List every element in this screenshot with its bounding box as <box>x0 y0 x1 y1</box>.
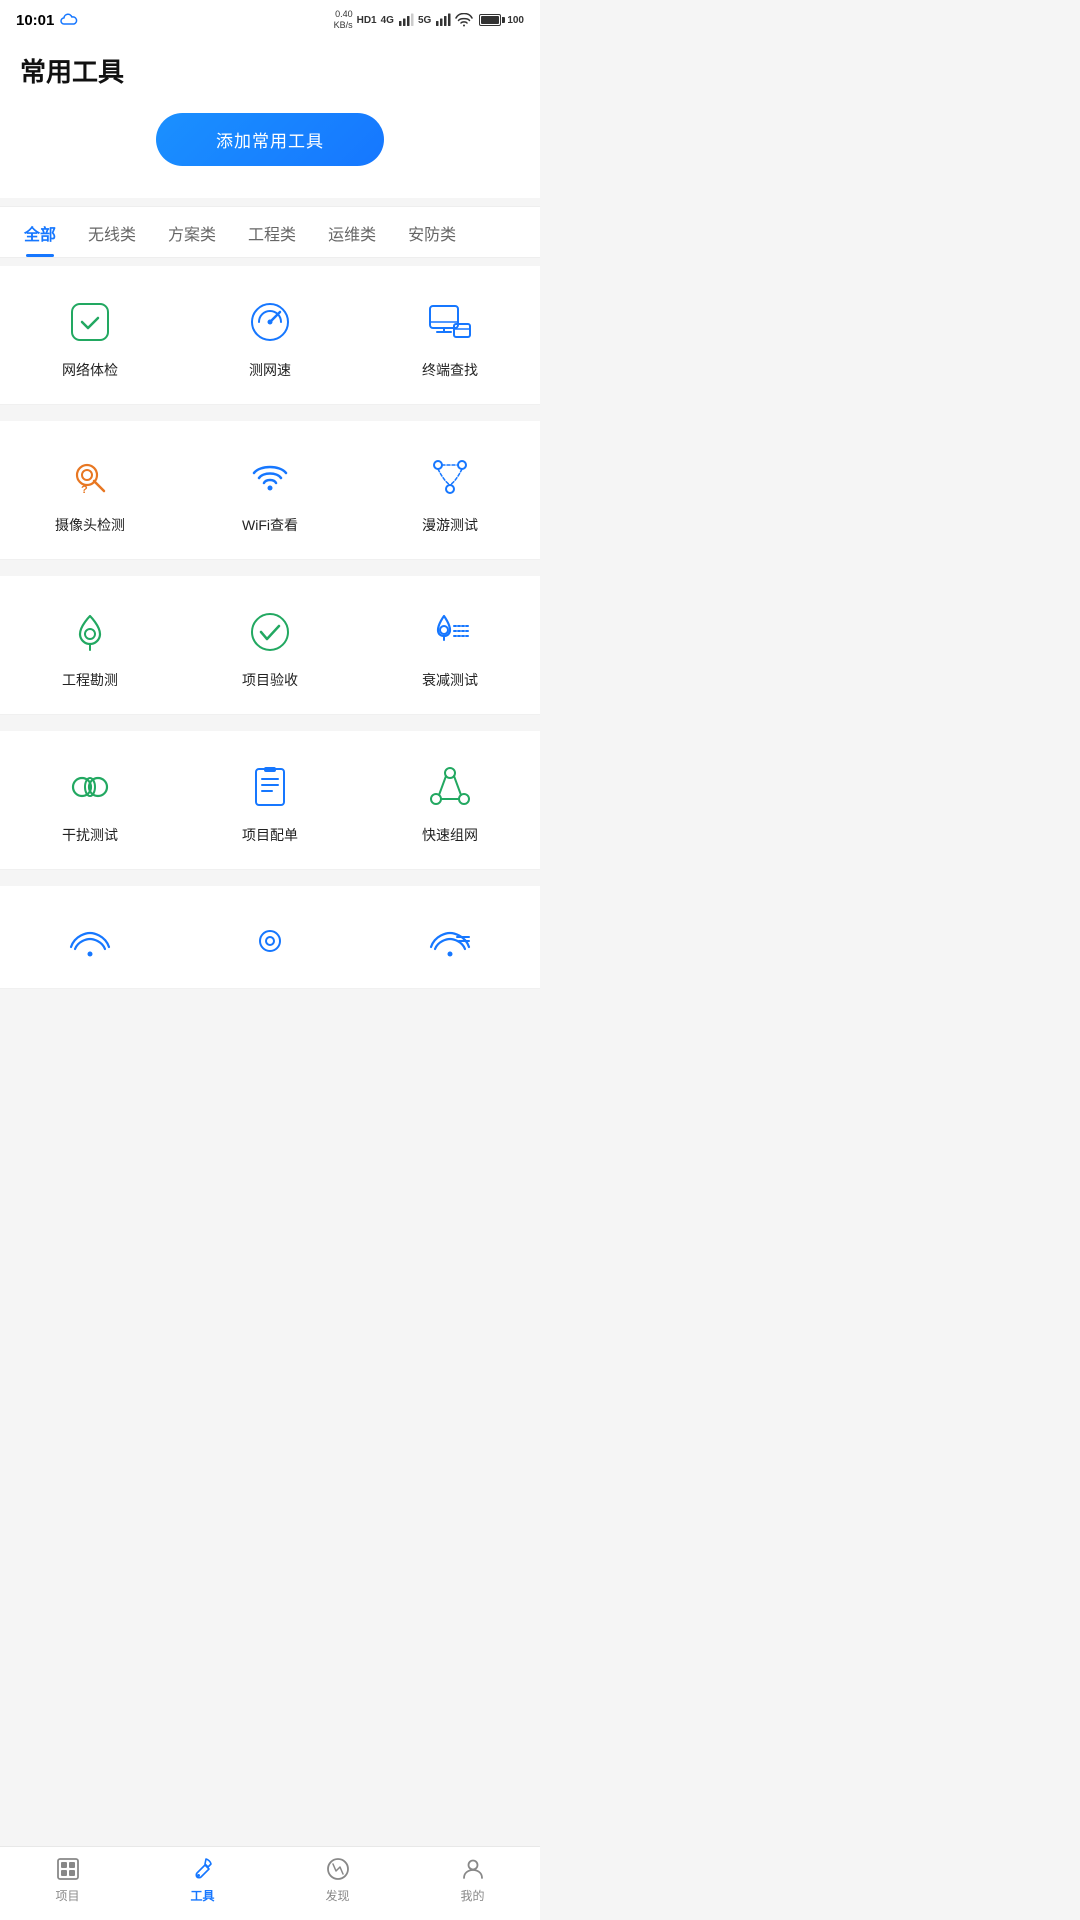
roaming-test-label: 漫游测试 <box>422 515 478 535</box>
tools-row-3: 工程勘测 项目验收 <box>0 576 540 715</box>
terminal-find-label: 终端查找 <box>422 360 478 380</box>
speed-test-icon <box>242 294 298 350</box>
interference-test-icon <box>62 759 118 815</box>
row-divider-3 <box>0 715 540 723</box>
tools-grid-1: 网络体检 测网速 <box>0 266 540 405</box>
tool-wifi-view[interactable]: WiFi查看 <box>180 421 360 560</box>
signal-4g-icon <box>398 13 414 27</box>
engineering-survey-icon <box>62 604 118 660</box>
tools-row-2: ? 摄像头检测 WiFi查看 <box>0 421 540 560</box>
terminal-find-icon <box>422 294 478 350</box>
nav-mine-label: 我的 <box>460 1887 484 1904</box>
network-checkup-icon <box>62 294 118 350</box>
tab-wireless[interactable]: 无线类 <box>72 207 152 257</box>
camera-detect-label: 摄像头检测 <box>55 515 125 535</box>
tool-terminal-find[interactable]: 终端查找 <box>360 266 540 405</box>
bottom-nav: 项目 工具 发现 我的 <box>0 1846 540 1920</box>
tool-project-acceptance[interactable]: 项目验收 <box>180 576 360 715</box>
quick-network-icon <box>422 759 478 815</box>
5g-label: 5G <box>418 15 431 26</box>
tabs-divider <box>0 257 540 258</box>
tab-engineering[interactable]: 工程类 <box>232 207 312 257</box>
nav-item-project[interactable]: 项目 <box>33 1855 103 1904</box>
tool-quick-network[interactable]: 快速组网 <box>360 731 540 870</box>
tab-ops[interactable]: 运维类 <box>312 207 392 257</box>
attenuation-test-icon <box>422 604 478 660</box>
row-divider-4 <box>0 870 540 878</box>
tabs-row: 全部 无线类 方案类 工程类 运维类 安防类 <box>0 207 540 257</box>
speed-test-label: 测网速 <box>249 360 291 380</box>
engineering-survey-label: 工程勘测 <box>62 670 118 690</box>
status-time: 10:01 <box>16 12 54 29</box>
network-speed: 0.40KB/s <box>334 9 353 31</box>
tab-security[interactable]: 安防类 <box>392 207 472 257</box>
tool-engineering-survey[interactable]: 工程勘测 <box>0 576 180 715</box>
tool-partial-1[interactable] <box>0 886 180 989</box>
nav-tools-icon <box>189 1855 217 1883</box>
tools-row-5-partial <box>0 886 540 989</box>
quick-network-label: 快速组网 <box>422 825 478 845</box>
wifi-view-icon <box>242 449 298 505</box>
tool-speed-test[interactable]: 测网速 <box>180 266 360 405</box>
interference-test-label: 干扰测试 <box>62 825 118 845</box>
project-bom-icon <box>242 759 298 815</box>
tab-solution[interactable]: 方案类 <box>152 207 232 257</box>
tools-row-1: 网络体检 测网速 <box>0 266 540 405</box>
attenuation-test-label: 衰减测试 <box>422 670 478 690</box>
network-checkup-label: 网络体检 <box>62 360 118 380</box>
project-acceptance-label: 项目验收 <box>242 670 298 690</box>
svg-text:?: ? <box>81 484 88 496</box>
nav-project-label: 项目 <box>55 1887 79 1904</box>
nav-tools-label: 工具 <box>190 1887 214 1904</box>
tool-interference-test[interactable]: 干扰测试 <box>0 731 180 870</box>
nav-discover-label: 发现 <box>325 1887 349 1904</box>
tools-grid-2: ? 摄像头检测 WiFi查看 <box>0 421 540 560</box>
nav-item-tools[interactable]: 工具 <box>168 1855 238 1904</box>
nav-mine-icon <box>459 1855 487 1883</box>
battery-percent: 100 <box>507 15 524 26</box>
header: 常用工具 添加常用工具 <box>0 36 540 198</box>
tool-attenuation-test[interactable]: 衰减测试 <box>360 576 540 715</box>
partial-3-icon <box>422 914 478 970</box>
page-title: 常用工具 <box>20 52 520 89</box>
cloud-icon <box>60 13 78 27</box>
partial-1-icon <box>62 914 118 970</box>
row-divider-1 <box>0 405 540 413</box>
battery-icon <box>479 14 501 26</box>
tools-grid-4: 干扰测试 项目配单 <box>0 731 540 870</box>
nav-item-discover[interactable]: 发现 <box>303 1855 373 1904</box>
nav-item-mine[interactable]: 我的 <box>438 1855 508 1904</box>
nav-project-icon <box>54 1855 82 1883</box>
wifi-view-label: WiFi查看 <box>242 515 298 535</box>
roaming-test-icon <box>422 449 478 505</box>
4g-label: 4G <box>381 15 394 26</box>
project-bom-label: 项目配单 <box>242 825 298 845</box>
tabs-container: 全部 无线类 方案类 工程类 运维类 安防类 <box>0 206 540 258</box>
camera-detect-icon: ? <box>62 449 118 505</box>
add-tool-button[interactable]: 添加常用工具 <box>156 113 384 166</box>
status-icons: 0.40KB/s HD1 4G 5G 100 <box>334 9 524 31</box>
tools-grid-5 <box>0 886 540 989</box>
wifi-status-icon <box>455 13 473 27</box>
project-acceptance-icon <box>242 604 298 660</box>
tab-all[interactable]: 全部 <box>8 207 72 257</box>
tool-network-checkup[interactable]: 网络体检 <box>0 266 180 405</box>
hd-label: HD1 <box>357 15 377 26</box>
nav-discover-icon <box>324 1855 352 1883</box>
tool-partial-2[interactable] <box>180 886 360 989</box>
tools-row-4: 干扰测试 项目配单 <box>0 731 540 870</box>
tool-camera-detect[interactable]: ? 摄像头检测 <box>0 421 180 560</box>
tools-grid-3: 工程勘测 项目验收 <box>0 576 540 715</box>
status-bar: 10:01 0.40KB/s HD1 4G 5G 1 <box>0 0 540 36</box>
tool-project-bom[interactable]: 项目配单 <box>180 731 360 870</box>
row-divider-2 <box>0 560 540 568</box>
partial-2-icon <box>242 914 298 970</box>
tool-partial-3[interactable] <box>360 886 540 989</box>
signal-5g-icon <box>435 13 451 27</box>
tool-roaming-test[interactable]: 漫游测试 <box>360 421 540 560</box>
